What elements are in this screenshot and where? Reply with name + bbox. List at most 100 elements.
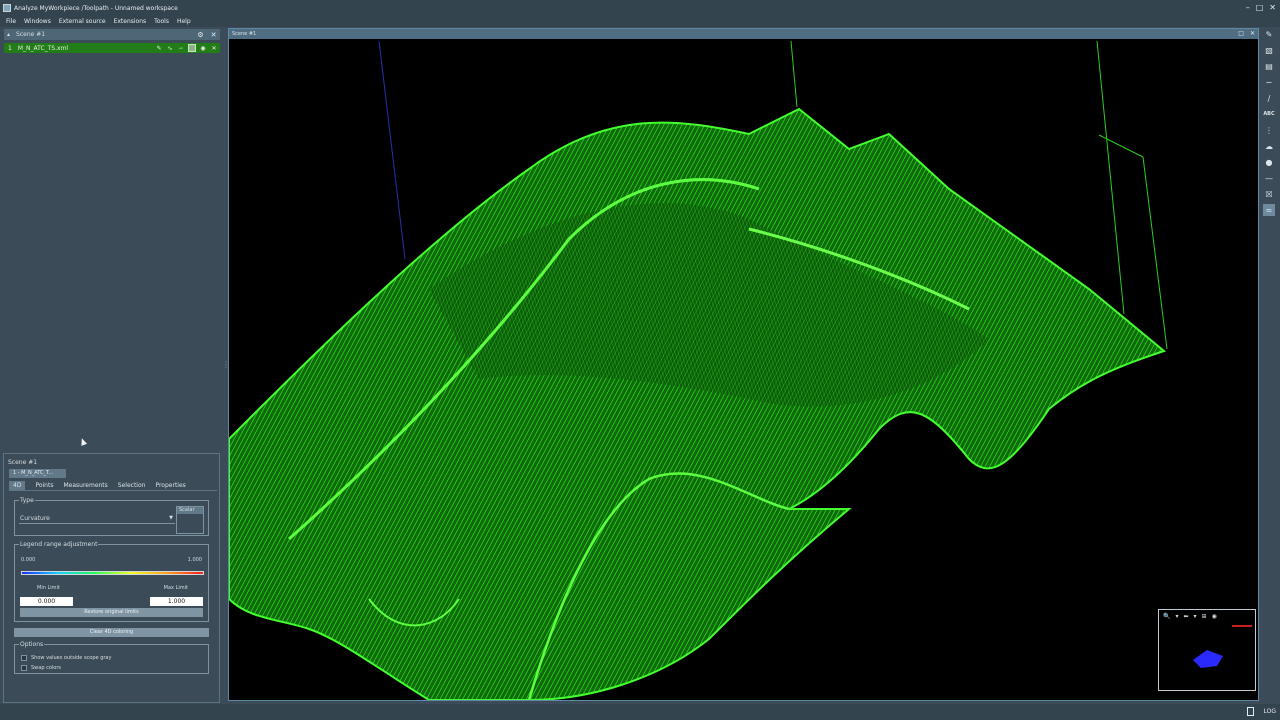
view-direction-icon[interactable]: ⬅ — [1184, 613, 1189, 620]
orientation-minimap[interactable]: 🔍 ▾ ⬅ ▾ ⊞ ◉ — [1158, 609, 1256, 691]
window-titlebar: Analyze MyWorkpiece /Toolpath - Unnamed … — [0, 0, 1280, 16]
menu-bar: File Windows External source Extensions … — [0, 16, 1280, 27]
type-group-label: Type — [19, 497, 35, 504]
curve-icon[interactable]: ∽ — [1263, 76, 1275, 88]
menu-extensions[interactable]: Extensions — [114, 18, 147, 25]
workpiece-surface — [229, 107, 1167, 700]
scene-settings-icon[interactable]: ⚙ — [196, 30, 205, 39]
cross-icon[interactable]: ☒ — [1263, 188, 1275, 200]
tab-measurements[interactable]: Measurements — [63, 482, 107, 489]
properties-title: Scene #1 — [8, 459, 38, 466]
zoom-dropdown-icon[interactable]: ▾ — [1175, 613, 1178, 620]
minimap-marker — [1232, 625, 1252, 627]
tab-points[interactable]: Points — [35, 482, 53, 489]
menu-help[interactable]: Help — [177, 18, 191, 25]
guide-line — [378, 40, 406, 260]
tab-4d[interactable]: 4D — [9, 480, 26, 490]
line-icon[interactable]: ∕ — [1263, 92, 1275, 104]
viewport-maximize-button[interactable]: □ — [1238, 30, 1244, 37]
scalar-box[interactable]: Scalar — [176, 506, 204, 534]
color-legend-bar[interactable] — [21, 571, 204, 575]
viewport-close-button[interactable]: ✕ — [1250, 30, 1255, 37]
chart-icon[interactable]: ▤ — [1263, 60, 1275, 72]
range-max-label: 1.000 — [187, 557, 202, 563]
graph-icon[interactable]: ∿ — [166, 44, 174, 52]
swap-colors-checkbox[interactable] — [21, 665, 27, 671]
viewport-header: Scene #1 □ ✕ — [229, 29, 1258, 39]
menu-tools[interactable]: Tools — [154, 18, 169, 25]
scene-viewport[interactable]: Scene #1 □ ✕ — [228, 28, 1259, 701]
menu-external-source[interactable]: External source — [59, 18, 106, 25]
min-limit-input[interactable]: 0.000 — [20, 597, 73, 606]
tab-selection[interactable]: Selection — [118, 482, 146, 489]
scene-tree-panel: ▴ Scene #1 ⚙ ✕ 1 M_N_ATC_TS.xml ✎ ∿ ∽ ◉ … — [4, 29, 220, 449]
window-controls: – □ ✕ — [1246, 3, 1276, 12]
document-icon[interactable] — [1247, 707, 1254, 716]
swap-colors-label: Swap colors — [31, 665, 62, 671]
show-gray-option[interactable]: Show values outside scope gray — [21, 655, 111, 661]
legend-range-group: Legend range adjustment 0.000 1.000 Min … — [14, 541, 209, 622]
show-gray-checkbox[interactable] — [21, 655, 27, 661]
status-bar: LOG — [0, 704, 1280, 720]
scene-close-icon[interactable]: ✕ — [209, 30, 218, 39]
viewport-title: Scene #1 — [232, 31, 257, 37]
menu-file[interactable]: File — [6, 18, 16, 25]
view-dropdown-icon[interactable]: ▾ — [1194, 613, 1197, 620]
window-title: Analyze MyWorkpiece /Toolpath - Unnamed … — [14, 4, 178, 12]
type-select-value: Curvature — [20, 515, 50, 522]
type-group: Type Curvature ▼ Scalar — [14, 497, 209, 536]
cloud-icon[interactable]: ☁ — [1263, 140, 1275, 152]
visibility-eye-icon[interactable]: ◉ — [199, 44, 207, 52]
scalar-label: Scalar — [177, 507, 203, 514]
show-gray-label: Show values outside scope gray — [31, 655, 112, 661]
minimap-model-icon — [1193, 650, 1223, 668]
type-select[interactable]: Curvature ▼ — [19, 515, 175, 524]
properties-panel: Scene #1 1 - M_N_ATC_T... 4D Points Meas… — [3, 453, 220, 703]
log-button[interactable]: LOG — [1263, 708, 1276, 715]
maximize-button[interactable]: □ — [1256, 3, 1264, 12]
scan-icon[interactable]: ≈ — [1263, 204, 1275, 216]
chevron-down-icon: ▼ — [169, 515, 173, 521]
range-min-label: 0.000 — [21, 557, 36, 563]
object-tab[interactable]: 1 - M_N_ATC_T... — [9, 469, 66, 478]
max-limit-input[interactable]: 1.000 — [150, 597, 203, 606]
app-icon — [3, 4, 11, 12]
menu-windows[interactable]: Windows — [24, 18, 51, 25]
toolpath-point-cloud[interactable] — [229, 39, 1258, 700]
guide-line — [1096, 40, 1125, 315]
restore-limits-button[interactable]: Restore original limits — [20, 608, 203, 617]
ruler-icon[interactable]: ▧ — [1263, 44, 1275, 56]
scene-header[interactable]: ▴ Scene #1 ⚙ ✕ — [4, 29, 220, 40]
properties-tabs: 4D Points Measurements Selection Propert… — [9, 480, 217, 491]
color-swatch-icon[interactable] — [188, 44, 196, 52]
sphere-icon[interactable]: ● — [1263, 156, 1275, 168]
zoom-icon[interactable]: 🔍 — [1163, 613, 1170, 620]
clear-4d-coloring-button[interactable]: Clear 4D coloring — [14, 628, 209, 637]
dash-icon[interactable]: — — [1263, 172, 1275, 184]
minimize-button[interactable]: – — [1246, 3, 1250, 12]
file-row[interactable]: 1 M_N_ATC_TS.xml ✎ ∿ ∽ ◉ ✕ — [4, 43, 220, 53]
legend-range-label: Legend range adjustment — [19, 541, 99, 548]
file-index: 1 — [8, 44, 12, 52]
grid-icon[interactable]: ⊞ — [1202, 613, 1207, 620]
abc-text-icon[interactable]: ABC — [1263, 108, 1275, 120]
right-toolbar: ✎ ▧ ▤ ∽ ∕ ABC ⋮ ☁ ● — ☒ ≈ — [1262, 28, 1276, 228]
pen-icon[interactable]: ✎ — [1263, 28, 1275, 40]
collapse-chevron-icon[interactable]: ▴ — [7, 31, 10, 38]
camera-icon[interactable]: ◉ — [1212, 613, 1217, 620]
guide-line — [790, 40, 798, 108]
min-limit-label: Min Limit — [37, 585, 60, 591]
options-group-label: Options — [19, 641, 45, 648]
more-icon[interactable]: ⋮ — [1263, 124, 1275, 136]
swap-colors-option[interactable]: Swap colors — [21, 665, 61, 671]
remove-file-icon[interactable]: ✕ — [210, 44, 218, 52]
minimap-toolbar: 🔍 ▾ ⬅ ▾ ⊞ ◉ — [1159, 610, 1255, 622]
close-button[interactable]: ✕ — [1269, 3, 1276, 12]
options-group: Options Show values outside scope gray S… — [14, 641, 209, 674]
scene-header-label: Scene #1 — [16, 31, 46, 38]
curve-icon[interactable]: ∽ — [177, 44, 185, 52]
file-name: M_N_ATC_TS.xml — [17, 44, 69, 52]
edit-icon[interactable]: ✎ — [155, 44, 163, 52]
tab-properties[interactable]: Properties — [155, 482, 185, 489]
max-limit-label: Max Limit — [163, 585, 188, 591]
